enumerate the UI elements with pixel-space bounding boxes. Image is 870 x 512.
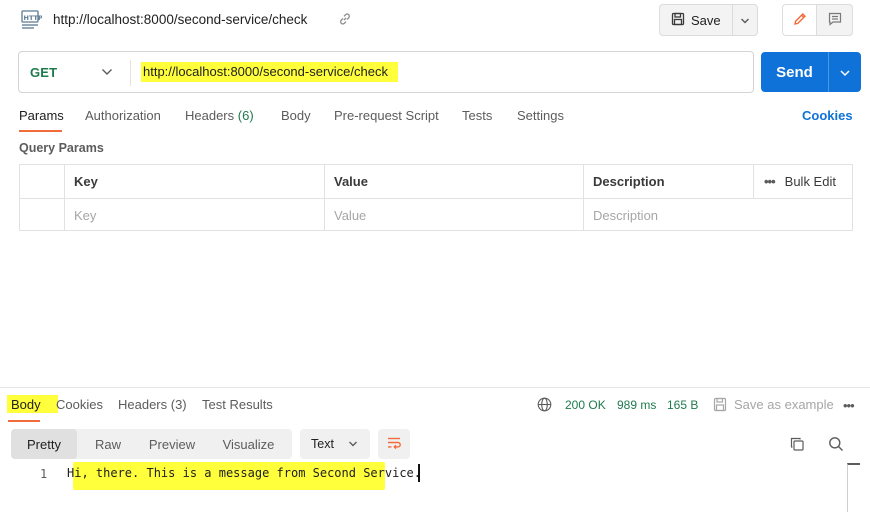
value-input[interactable]: Value [325,198,584,231]
format-select[interactable]: Text [300,429,370,459]
response-divider [0,387,870,388]
link-icon[interactable] [338,12,352,26]
bulk-edit-label: Bulk Edit [784,174,836,189]
tab-settings[interactable]: Settings [517,108,564,123]
view-visualize[interactable]: Visualize [205,429,292,459]
search-icon[interactable] [828,436,844,452]
column-header-description: Description [584,165,754,198]
save-button-group: Save [659,4,758,36]
send-button-group: Send [761,52,861,92]
response-tab-cookies[interactable]: Cookies [56,397,103,412]
comment-icon [828,12,842,29]
wrap-lines-button[interactable] [378,429,410,459]
response-tab-headers[interactable]: Headers (3) [118,397,187,412]
response-tab-test-results[interactable]: Test Results [202,397,273,412]
description-input[interactable]: Description [584,198,852,231]
active-tab-indicator [19,130,62,132]
chevron-down-icon [348,437,358,451]
scrollbar[interactable] [847,463,860,512]
http-request-icon: HTTP [20,10,43,30]
comments-button[interactable] [817,5,852,35]
query-params-table: Key Value Description ••• Bulk Edit Key … [19,164,853,231]
view-preview[interactable]: Preview [139,429,205,459]
status-code[interactable]: 200 OK [565,398,606,412]
pencil-icon [793,12,807,29]
svg-text:HTTP: HTTP [24,14,43,22]
text-cursor [418,464,420,482]
wrap-lines-icon [386,436,402,453]
checkbox-column-header [20,165,65,198]
chevron-down-icon [839,65,851,80]
response-body-text[interactable]: Hi, there. This is a message from Second… [67,466,421,480]
save-as-example-button[interactable]: Save as example [734,397,834,412]
chevron-down-icon [740,13,750,28]
row-checkbox-cell [20,198,65,231]
tab-tests[interactable]: Tests [462,108,492,123]
view-pretty[interactable]: Pretty [11,429,77,459]
url-input[interactable]: http://localhost:8000/second-service/che… [141,62,398,82]
active-tab-indicator [8,420,40,422]
cookies-link[interactable]: Cookies [802,108,853,123]
response-time[interactable]: 989 ms [617,398,656,412]
save-label: Save [691,12,721,28]
edit-mode-button[interactable] [783,5,817,35]
save-options-button[interactable] [733,5,757,35]
key-input[interactable]: Key [65,198,325,231]
tab-headers[interactable]: Headers (6) [185,108,254,123]
save-icon [671,12,685,29]
save-button[interactable]: Save [660,5,733,35]
response-tab-body[interactable]: Body [11,397,41,412]
more-icon: ••• [764,174,776,189]
line-number: 1 [40,467,48,481]
send-button[interactable]: Send [761,52,829,92]
more-options-icon[interactable]: ••• [843,398,855,413]
globe-icon[interactable] [537,397,552,412]
query-params-title: Query Params [19,141,104,155]
tab-headers-label: Headers [185,108,235,123]
method-select[interactable]: GET [30,65,57,80]
column-header-key: Key [65,165,325,198]
column-header-value: Value [325,165,584,198]
copy-icon[interactable] [789,436,805,452]
format-label: Text [311,437,334,451]
headers-count: (6) [237,108,254,123]
tab-pre-request-script[interactable]: Pre-request Script [334,108,439,123]
chevron-down-icon[interactable] [100,66,114,78]
response-size[interactable]: 165 B [667,398,698,412]
bulk-edit-button[interactable]: ••• Bulk Edit [754,165,852,198]
view-mode-group [782,4,853,36]
tab-params[interactable]: Params [19,108,64,123]
save-icon [713,397,727,412]
view-raw[interactable]: Raw [77,429,139,459]
tab-body[interactable]: Body [281,108,311,123]
request-title[interactable]: http://localhost:8000/second-service/che… [53,12,307,27]
response-view-switcher: Pretty Raw Preview Visualize [11,429,292,459]
tab-authorization[interactable]: Authorization [85,108,161,123]
divider [130,60,131,86]
send-options-button[interactable] [829,52,861,92]
